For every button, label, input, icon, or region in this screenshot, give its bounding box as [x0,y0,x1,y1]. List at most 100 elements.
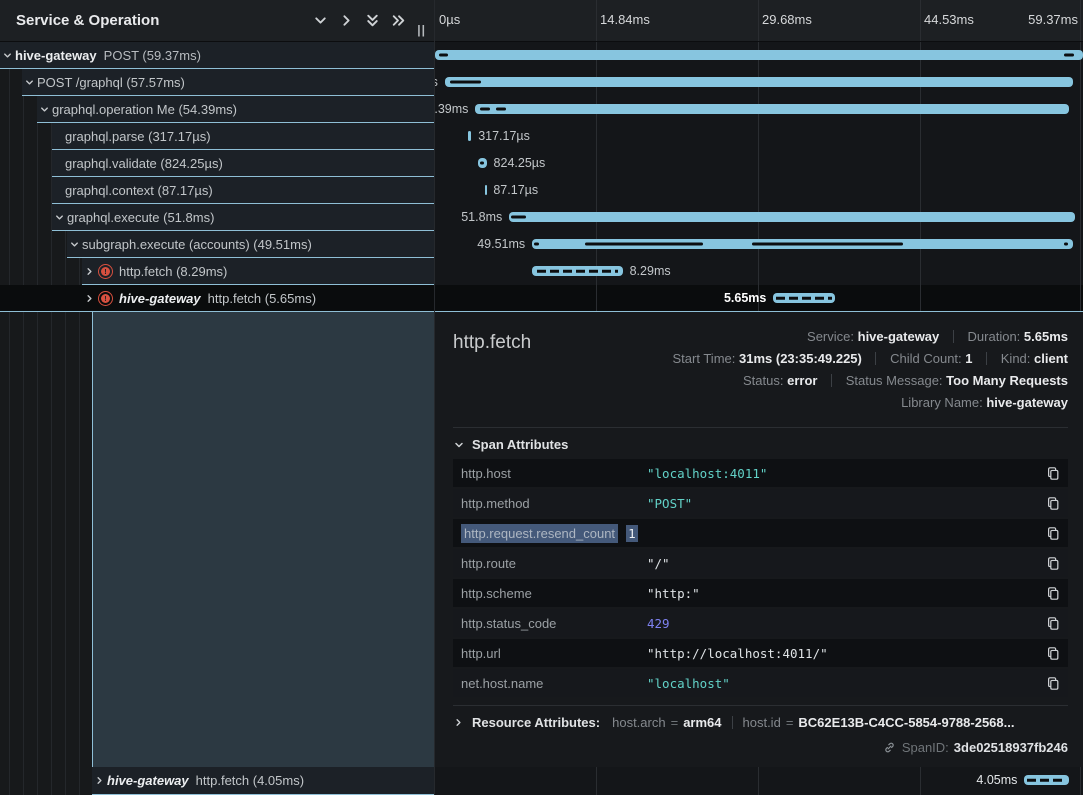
attribute-row[interactable]: http.url "http://localhost:4011/" [453,639,1068,667]
chevron-right-icon[interactable] [93,775,106,786]
axis-tick: 0µs [439,12,460,27]
duration-label: 4.05ms [976,767,1024,793]
copy-icon[interactable] [1040,614,1060,632]
span-bar[interactable] [468,131,471,141]
chevron-down-icon[interactable] [23,77,36,88]
axis-tick: 59.37ms [1028,12,1078,27]
span-label: graphql.parse (317.17µs) [65,129,211,144]
expand-all-icon[interactable] [385,8,411,34]
attribute-row[interactable]: net.host.name "localhost" [453,669,1068,697]
tree-row[interactable]: POST /graphql (57.57ms) [0,69,434,96]
span-label: graphql.operation Me (54.39ms) [52,102,237,117]
span-bar[interactable] [445,77,1073,87]
error-icon: ! [98,264,113,279]
chevron-right-icon[interactable] [83,266,96,277]
span-label: http.fetch (5.65ms) [208,291,316,306]
error-icon: ! [98,291,113,306]
duration-label: 51.8ms [461,204,509,230]
attr-key: http.route [461,556,647,571]
meta-value: error [787,373,817,388]
span-id-label: SpanID: [902,740,949,755]
resource-attributes-row[interactable]: Resource Attributes: host.arch = arm64 h… [453,705,1068,730]
trace-viewer: Service & Operation || hive-gateway POST… [0,0,1083,795]
attr-value: "http://localhost:4011/" [647,646,1040,661]
attribute-row[interactable]: http.method "POST" [453,489,1068,517]
span-label: graphql.context (87.17µs) [65,183,213,198]
duration-label: 49.51ms [477,231,532,257]
detail-meta: Service: hive-gateway Duration: 5.65ms S… [531,326,1068,414]
tree-row[interactable]: graphql.execute (51.8ms) [0,204,434,231]
expand-one-icon[interactable] [333,8,359,34]
collapse-one-icon[interactable] [307,8,333,34]
chevron-down-icon[interactable] [68,239,81,250]
chevron-down-icon[interactable] [53,212,66,223]
timeline-axis: 0µs 14.84ms 29.68ms 44.53ms 59.37ms [435,0,1083,42]
axis-tick: 44.53ms [924,12,974,27]
chevron-down-icon[interactable] [38,104,51,115]
span-bar[interactable] [485,185,487,195]
attr-key: http.url [461,646,647,661]
meta-value: 31ms (23:35:49.225) [739,351,862,366]
timeline-row: 87.17µs [435,177,1083,204]
meta-label: Library Name: [901,395,983,410]
span-label: POST (59.37ms) [104,48,201,63]
span-bar[interactable] [532,266,622,276]
span-bar[interactable] [532,239,1072,249]
attribute-row[interactable]: http.scheme "http:" [453,579,1068,607]
attribute-row[interactable]: http.route "/" [453,549,1068,577]
tree-row[interactable]: ! http.fetch (8.29ms) [0,258,434,285]
attr-value: 429 [647,616,1040,631]
span-label: http.fetch (4.05ms) [196,773,304,788]
tree-row[interactable]: graphql.context (87.17µs) [0,177,434,204]
span-bar[interactable] [435,50,1083,60]
collapse-all-icon[interactable] [359,8,385,34]
duration-label: 317.17µs [471,123,530,149]
copy-icon[interactable] [1040,464,1060,482]
axis-tick: 29.68ms [762,12,812,27]
meta-label: Service: [807,329,854,344]
copy-icon[interactable] [1040,584,1060,602]
meta-value: 1 [965,351,972,366]
duration-label: 5.65ms [724,285,773,311]
span-label: POST /graphql (57.57ms) [37,75,185,90]
tree-row-root[interactable]: hive-gateway POST (59.37ms) [0,42,434,69]
meta-label: Start Time: [673,351,736,366]
copy-icon[interactable] [1040,524,1060,542]
tree-row[interactable]: graphql.validate (824.25µs) [0,150,434,177]
duration-label: 57.57ms [435,69,445,95]
attribute-row-selected[interactable]: http.request.resend_count 1 [453,519,1068,547]
tree-row-selected[interactable]: ! hive-gateway http.fetch (5.65ms) [0,285,434,312]
tree-row[interactable]: graphql.operation Me (54.39ms) [0,96,434,123]
attr-key: http.status_code [461,616,647,631]
expanded-span-region [92,312,434,767]
copy-icon[interactable] [1040,644,1060,662]
span-bar[interactable] [475,104,1069,114]
tree-row[interactable]: subgraph.execute (accounts) (49.51ms) [0,231,434,258]
span-label: graphql.execute (51.8ms) [67,210,214,225]
tree-row[interactable]: hive-gateway http.fetch (4.05ms) [0,767,434,795]
timeline-row: 51.8ms [435,204,1083,231]
chevron-right-icon[interactable] [83,293,96,304]
copy-icon[interactable] [1040,554,1060,572]
meta-label: Kind: [1001,351,1031,366]
span-bar[interactable] [509,212,1074,222]
attribute-row[interactable]: http.status_code 429 [453,609,1068,637]
panel-resize-handle[interactable]: || [411,23,428,41]
copy-icon[interactable] [1040,494,1060,512]
copy-icon[interactable] [1040,674,1060,692]
tree-row[interactable]: graphql.parse (317.17µs) [0,123,434,150]
timeline-row [435,42,1083,69]
span-attributes-header[interactable]: Span Attributes [453,428,1068,459]
duration-label: 54.39ms [435,96,475,122]
span-bar[interactable] [773,293,835,303]
resource-value: BC62E13B-C4CC-5854-9788-2568... [798,715,1014,730]
timeline-row: 57.57ms [435,69,1083,96]
attribute-row[interactable]: http.host "localhost:4011" [453,459,1068,487]
resource-key: host.id [743,715,781,730]
timeline-row: 49.51ms [435,231,1083,258]
chevron-down-icon[interactable] [1,50,14,61]
span-bar[interactable] [478,158,487,168]
span-bar[interactable] [1024,775,1068,785]
span-service: hive-gateway [15,48,97,63]
tree-header: Service & Operation || [0,0,434,42]
